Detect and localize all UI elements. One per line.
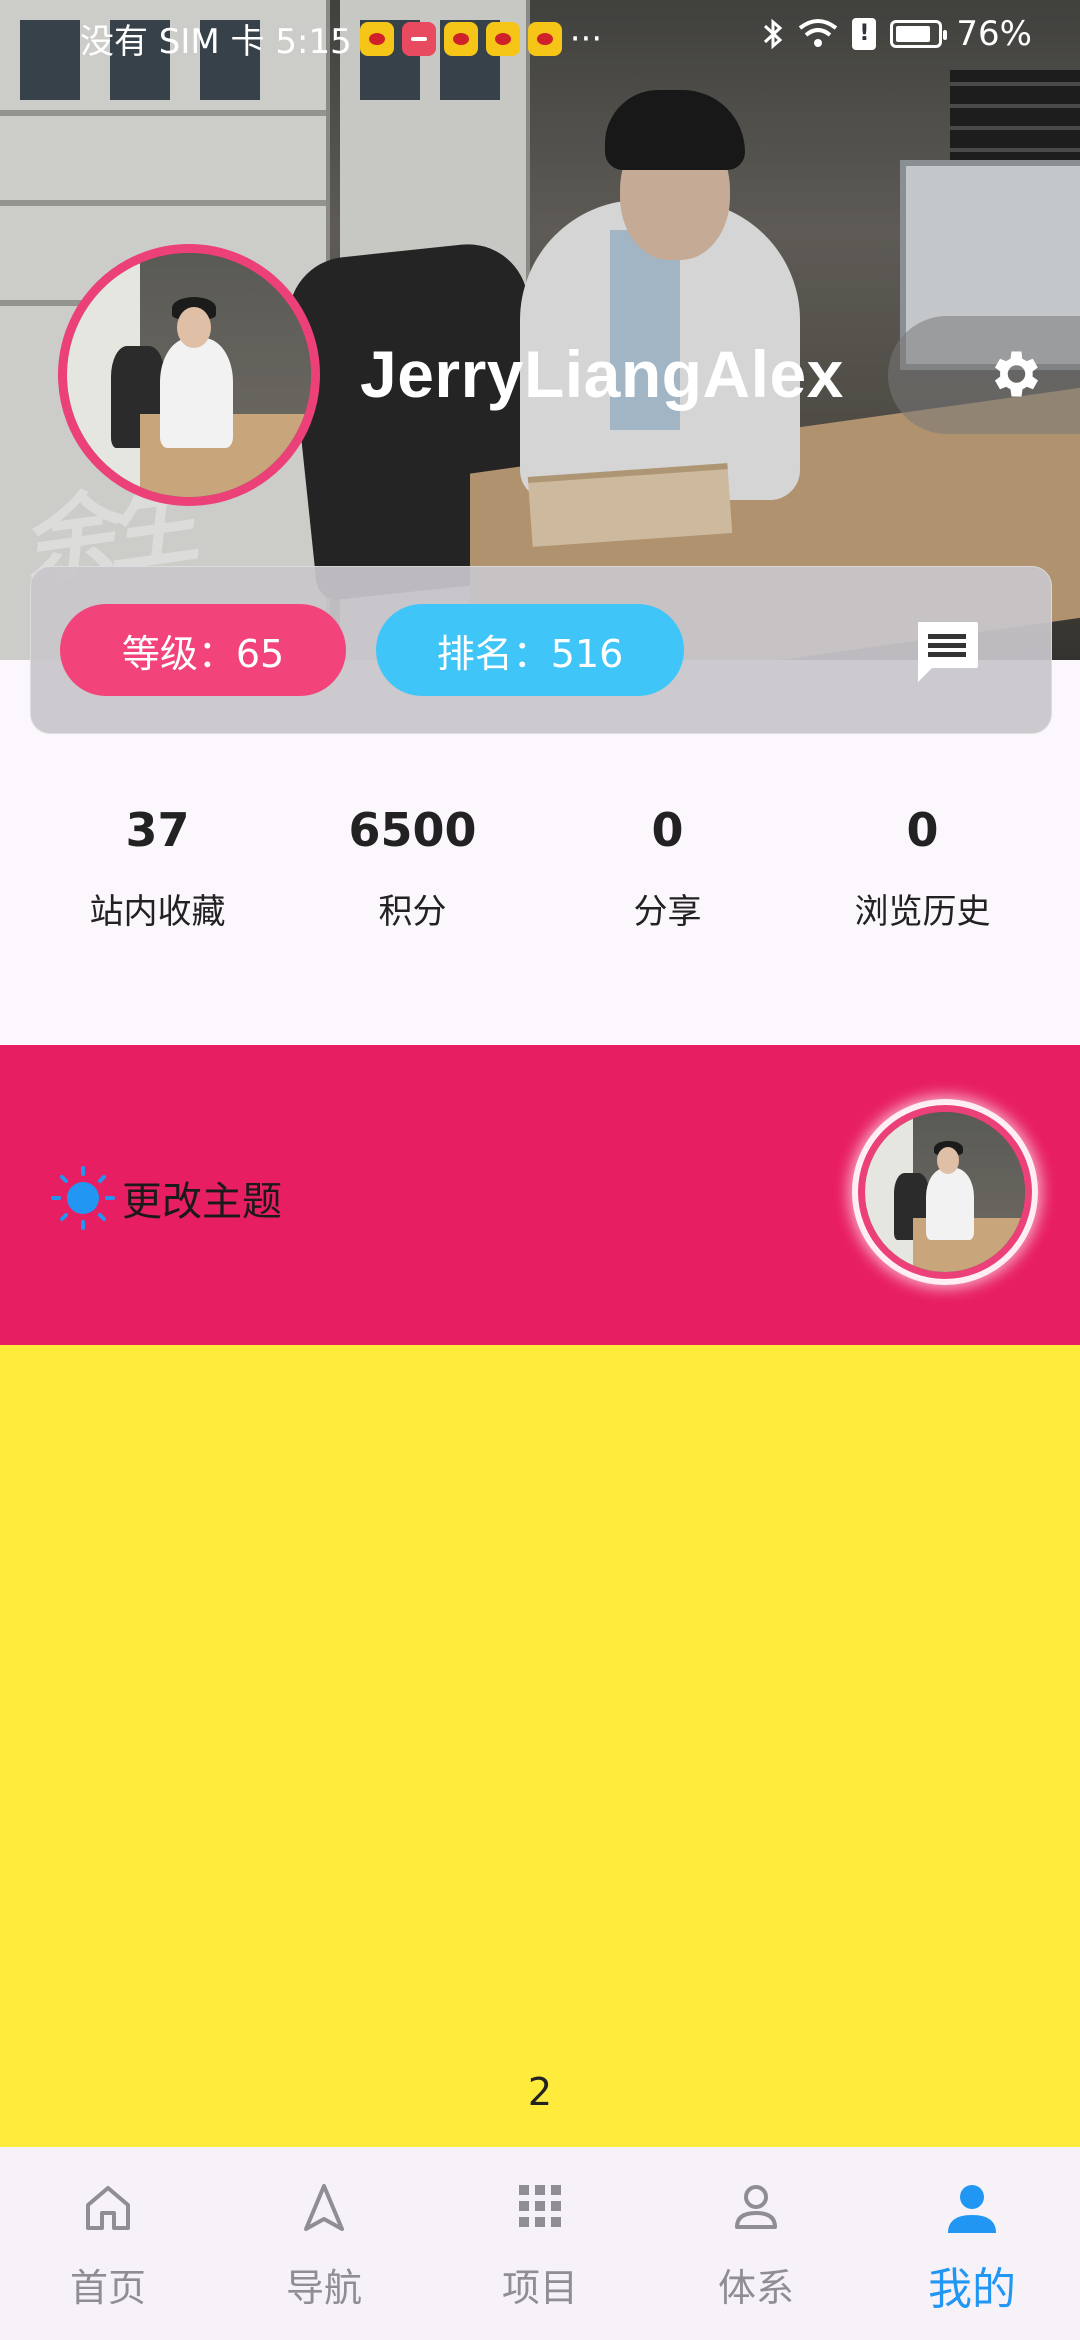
status-right: ! 76% bbox=[762, 14, 1032, 54]
level-badge: 等级：65 bbox=[60, 604, 346, 696]
nav-label: 我的 bbox=[928, 2264, 1016, 2315]
profile-screen: 余生 没有 SIM 卡 5:15 ··· ! 76% JerryLiangAle… bbox=[0, 0, 1080, 2340]
page-indicator: 2 bbox=[527, 2070, 553, 2114]
avatar[interactable] bbox=[58, 244, 320, 506]
status-bar: 没有 SIM 卡 5:15 ··· ! 76% bbox=[0, 0, 1080, 72]
stat-label: 积分 bbox=[378, 892, 447, 932]
weibo-notification-icon bbox=[443, 21, 478, 56]
huawei-notification-icon bbox=[401, 21, 436, 56]
stats-row: 37 站内收藏 6500 积分 0 分享 0 浏览历史 bbox=[0, 800, 1080, 933]
theme-avatar bbox=[858, 1105, 1032, 1279]
change-theme-row[interactable]: 更改主题 bbox=[0, 1045, 1080, 1345]
grid-icon bbox=[519, 2185, 561, 2227]
weibo-notification-icon bbox=[527, 21, 562, 56]
stat-label: 分享 bbox=[633, 892, 702, 932]
navigation-icon bbox=[304, 2184, 344, 2231]
more-notifications: ··· bbox=[569, 18, 603, 59]
stat-points[interactable]: 6500 积分 bbox=[285, 800, 540, 933]
stat-value: 0 bbox=[906, 803, 939, 857]
stat-value: 6500 bbox=[348, 803, 477, 857]
avatar-photo bbox=[865, 1112, 1025, 1272]
rank-badge[interactable]: 排名：516 bbox=[376, 604, 684, 696]
bottom-navigation: 首页 导航 项目 体系 我的 bbox=[0, 2147, 1080, 2340]
nav-label: 导航 bbox=[285, 2266, 362, 2310]
carrier-time: 没有 SIM 卡 5:15 bbox=[80, 22, 352, 62]
nav-item-home[interactable]: 首页 bbox=[0, 2147, 216, 2340]
nav-item-navigation[interactable]: 导航 bbox=[216, 2147, 432, 2340]
content-area bbox=[0, 1345, 1080, 2147]
nav-item-mine[interactable]: 我的 bbox=[864, 2147, 1080, 2340]
stat-value: 37 bbox=[125, 803, 190, 857]
battery-percent: 76% bbox=[956, 14, 1032, 54]
stat-shares[interactable]: 0 分享 bbox=[540, 800, 795, 933]
stat-label: 站内收藏 bbox=[89, 892, 226, 932]
sim-alert-icon: ! bbox=[852, 18, 877, 50]
nav-item-system[interactable]: 体系 bbox=[648, 2147, 864, 2340]
status-left: 没有 SIM 卡 5:15 ··· bbox=[80, 14, 602, 63]
nav-label: 首页 bbox=[69, 2266, 146, 2310]
stat-favorites[interactable]: 37 站内收藏 bbox=[30, 800, 285, 933]
weibo-notification-icon bbox=[485, 21, 520, 56]
username: JerryLiangAlex bbox=[360, 337, 844, 411]
nav-label: 体系 bbox=[717, 2266, 794, 2310]
gear-icon bbox=[995, 351, 1038, 397]
battery-icon bbox=[890, 20, 948, 48]
change-theme-label: 更改主题 bbox=[122, 1179, 282, 1225]
nav-item-projects[interactable]: 项目 bbox=[432, 2147, 648, 2340]
person-filled-icon bbox=[948, 2185, 996, 2233]
stat-value: 0 bbox=[651, 803, 684, 857]
wifi-icon bbox=[799, 19, 838, 47]
home-icon bbox=[86, 2186, 130, 2230]
sun-icon bbox=[51, 1166, 115, 1230]
avatar-photo bbox=[67, 253, 311, 497]
person-outline-icon bbox=[735, 2185, 777, 2229]
stat-history[interactable]: 0 浏览历史 bbox=[795, 800, 1050, 933]
bluetooth-icon bbox=[764, 18, 783, 50]
settings-button[interactable] bbox=[888, 316, 1080, 434]
weibo-notification-icon bbox=[359, 21, 394, 56]
stat-label: 浏览历史 bbox=[854, 892, 991, 932]
nav-label: 项目 bbox=[501, 2266, 578, 2310]
message-icon[interactable] bbox=[914, 620, 980, 684]
